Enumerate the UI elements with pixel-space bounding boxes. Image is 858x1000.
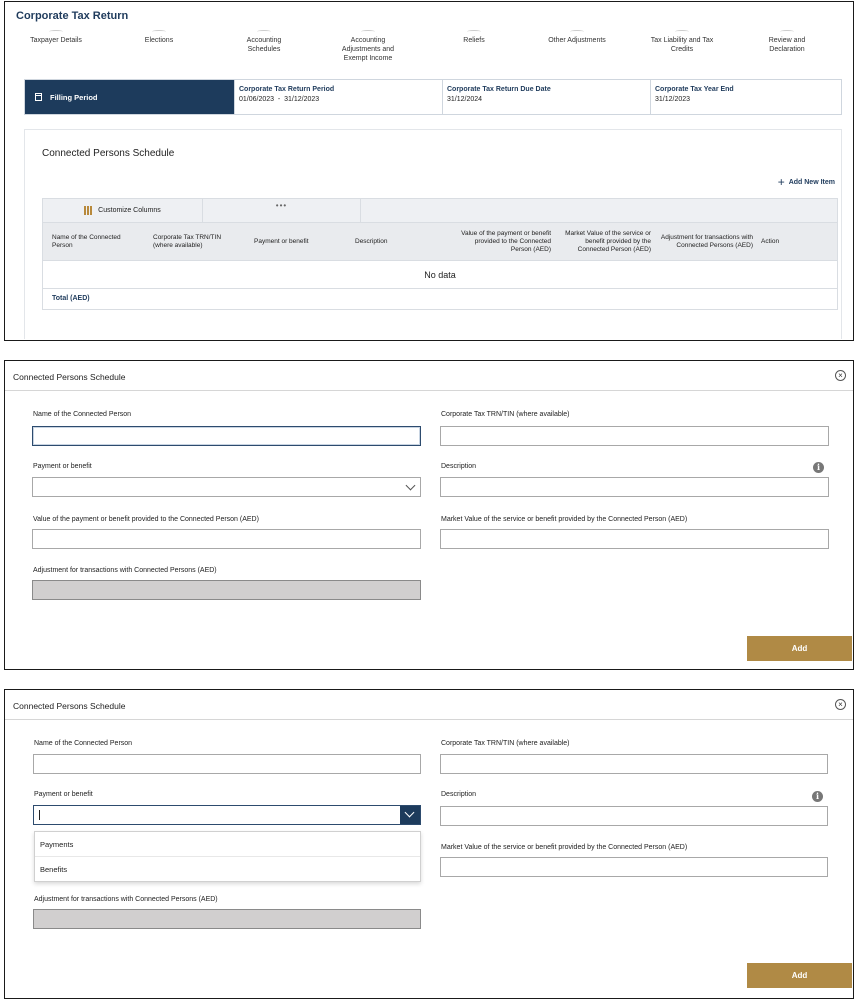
payment-select[interactable] — [32, 477, 421, 497]
dialog-divider — [5, 719, 853, 720]
return-period-cell: Corporate Tax Return Period 01/06/2023 -… — [234, 80, 442, 114]
schedule-table: Customize Columns ••• Name of the Connec… — [42, 198, 838, 310]
description-input[interactable] — [440, 477, 829, 497]
column-header-trn: Corporate Tax TRN/TIN (where available) — [153, 234, 222, 249]
market-value-input[interactable] — [440, 529, 829, 549]
plus-icon: + — [777, 175, 785, 189]
value-input[interactable] — [32, 529, 421, 549]
filing-period-text: Filling Period — [50, 92, 98, 102]
chevron-down-icon[interactable] — [400, 806, 420, 824]
return-period-value: 01/06/2023 - 31/12/2023 — [239, 96, 320, 103]
adjustment-label: Adjustment for transactions with Connect… — [34, 896, 218, 903]
description-label: Description — [441, 791, 477, 798]
name-label: Name of the Connected Person — [33, 411, 132, 418]
filing-period-bar: Filling Period Corporate Tax Return Peri… — [24, 79, 842, 115]
step-accounting-adjustments[interactable]: Accounting Adjustments and Exempt Income — [333, 30, 403, 63]
year-end-value: 31/12/2023 — [655, 96, 691, 103]
step-reliefs[interactable]: Reliefs — [449, 30, 499, 45]
dialog-title: Connected Persons Schedule — [13, 701, 126, 711]
name-input[interactable] — [33, 754, 421, 774]
trn-label: Corporate Tax TRN/TIN (where available) — [441, 411, 570, 418]
connected-persons-schedule-card: Connected Persons Schedule + Add New Ite… — [24, 129, 842, 339]
dropdown-option-payments[interactable]: Payments — [35, 832, 420, 857]
column-header-description: Description — [355, 238, 388, 245]
adjustment-input — [32, 580, 421, 600]
trn-label: Corporate Tax TRN/TIN (where available) — [441, 740, 570, 747]
calendar-icon — [35, 93, 42, 101]
progress-stepper: Taxpayer Details Elections Accounting Sc… — [5, 30, 855, 72]
add-button[interactable]: Add — [747, 636, 852, 661]
close-icon[interactable]: × — [835, 370, 846, 381]
table-header-row: Name of the Connected Person Corporate T… — [43, 223, 837, 261]
corporate-tax-return-view: Corporate Tax Return Taxpayer Details El… — [4, 1, 854, 341]
due-date-label: Corporate Tax Return Due Date — [447, 86, 551, 93]
adjustment-label: Adjustment for transactions with Connect… — [33, 567, 217, 574]
text-cursor — [39, 809, 40, 820]
column-header-adjustment: Adjustment for transactions with Connect… — [660, 234, 753, 249]
close-icon[interactable]: × — [835, 699, 846, 710]
step-other-adjustments[interactable]: Other Adjustments — [541, 30, 613, 45]
more-options-button[interactable]: ••• — [203, 199, 361, 222]
payment-label: Payment or benefit — [33, 463, 92, 470]
market-value-label: Market Value of the service or benefit p… — [441, 516, 688, 523]
info-icon[interactable]: i — [813, 462, 824, 473]
customize-columns-label: Customize Columns — [98, 207, 161, 214]
market-value-input[interactable] — [440, 857, 828, 877]
add-button[interactable]: Add — [747, 963, 852, 988]
payment-label: Payment or benefit — [34, 791, 93, 798]
adjustment-input — [33, 909, 421, 929]
due-date-value: 31/12/2024 — [447, 96, 483, 103]
customize-columns-button[interactable]: Customize Columns — [43, 199, 203, 222]
payment-select[interactable] — [33, 805, 421, 825]
info-icon[interactable]: i — [812, 791, 823, 802]
due-date-cell: Corporate Tax Return Due Date 31/12/2024 — [442, 80, 650, 114]
description-label: Description — [441, 463, 477, 470]
step-label: Reliefs — [463, 37, 485, 44]
column-header-market-value: Market Value of the service or benefit p… — [565, 230, 651, 253]
description-input[interactable] — [440, 806, 828, 826]
connected-person-dialog: Connected Persons Schedule × Name of the… — [4, 360, 854, 670]
add-new-item-button[interactable]: + Add New Item — [777, 175, 835, 189]
table-toolbar: Customize Columns ••• — [43, 199, 837, 223]
column-header-value: Value of the payment or benefit provided… — [461, 230, 551, 253]
name-input[interactable] — [32, 426, 421, 446]
step-elections[interactable]: Elections — [129, 30, 189, 45]
page-title: Corporate Tax Return — [16, 10, 129, 22]
trn-input[interactable] — [440, 426, 829, 446]
market-value-label: Market Value of the service or benefit p… — [441, 844, 688, 851]
step-label: Elections — [144, 37, 174, 44]
column-header-name: Name of the Connected Person — [52, 234, 121, 249]
year-end-cell: Corporate Tax Year End 31/12/2023 — [650, 80, 841, 114]
trn-input[interactable] — [440, 754, 828, 774]
connected-person-dialog-dropdown-open: Connected Persons Schedule × Name of the… — [4, 689, 854, 999]
schedule-title: Connected Persons Schedule — [42, 148, 175, 159]
step-taxpayer-details[interactable]: Taxpayer Details — [25, 30, 87, 45]
add-new-item-label: Add New Item — [788, 178, 835, 186]
step-label: Accounting Schedules — [246, 37, 282, 53]
year-end-label: Corporate Tax Year End — [655, 86, 734, 93]
step-label: Tax Liability and Tax Credits — [650, 37, 714, 53]
step-label: Other Adjustments — [548, 37, 606, 44]
columns-icon — [84, 206, 93, 215]
step-label: Accounting Adjustments and Exempt Income — [341, 37, 395, 62]
column-header-payment: Payment or benefit — [254, 238, 309, 245]
value-label: Value of the payment or benefit provided… — [33, 516, 259, 523]
dropdown-option-benefits[interactable]: Benefits — [35, 857, 420, 882]
step-label: Review and Declaration — [768, 37, 806, 53]
step-label: Taxpayer Details — [30, 37, 82, 44]
step-accounting-schedules[interactable]: Accounting Schedules — [235, 30, 293, 54]
payment-dropdown-menu: Payments Benefits — [34, 831, 421, 882]
total-row-label: Total (AED) — [52, 295, 90, 302]
dialog-title: Connected Persons Schedule — [13, 372, 126, 382]
return-period-label: Corporate Tax Return Period — [239, 86, 335, 93]
step-review-declaration[interactable]: Review and Declaration — [757, 30, 817, 54]
filing-period-label: Filling Period — [25, 80, 234, 114]
chevron-down-icon — [405, 480, 416, 491]
name-label: Name of the Connected Person — [34, 740, 133, 747]
dialog-divider — [5, 390, 853, 391]
column-header-action: Action — [761, 238, 780, 245]
empty-state: No data — [43, 261, 837, 289]
step-tax-liability[interactable]: Tax Liability and Tax Credits — [645, 30, 719, 54]
